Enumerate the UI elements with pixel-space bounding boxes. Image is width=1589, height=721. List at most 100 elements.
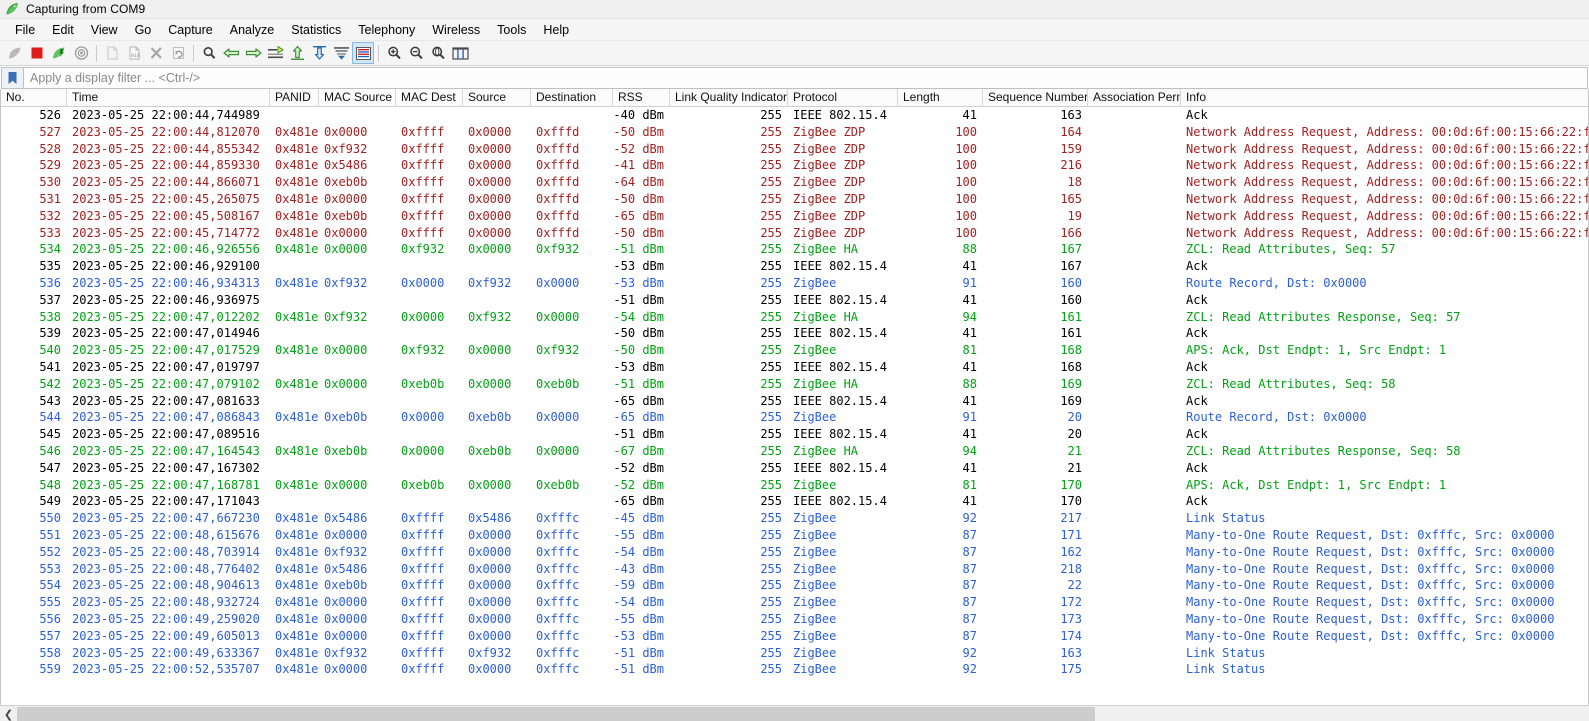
column-header-source[interactable]: Source (463, 89, 531, 106)
cell-seq-number: 160 (1060, 292, 1082, 307)
column-header-no[interactable]: No. (1, 89, 67, 106)
cell-length: 41 (962, 259, 977, 274)
cell-destination: 0xfffd (536, 158, 580, 173)
table-row[interactable]: 541 2023-05-25 22:00:47,019797 -53 dBm 255 I… (1, 359, 1588, 376)
column-header-mac-source[interactable]: MAC Source (319, 89, 396, 106)
cell-length: 91 (962, 275, 977, 290)
table-row[interactable]: 531 2023-05-25 22:00:45,265075 0x481e 0x000… (1, 191, 1588, 208)
close-file-icon[interactable] (145, 42, 167, 64)
cell-time: 2023-05-25 22:00:45,265075 (72, 191, 260, 206)
table-row[interactable]: 529 2023-05-25 22:00:44,859330 0x481e 0x548… (1, 157, 1588, 174)
table-row[interactable]: 527 2023-05-25 22:00:44,812070 0x481e 0x000… (1, 124, 1588, 141)
menu-file[interactable]: File (7, 21, 44, 39)
resize-columns-icon[interactable] (449, 42, 471, 64)
restart-capture-icon[interactable] (48, 42, 70, 64)
table-row[interactable]: 533 2023-05-25 22:00:45,714772 0x481e 0x000… (1, 225, 1588, 242)
table-row[interactable]: 536 2023-05-25 22:00:46,934313 0x481e 0xf93… (1, 275, 1588, 292)
table-row[interactable]: 537 2023-05-25 22:00:46,936975 -51 dBm 255 I… (1, 292, 1588, 309)
table-row[interactable]: 532 2023-05-25 22:00:45,508167 0x481e 0xeb0… (1, 208, 1588, 225)
table-row[interactable]: 526 2023-05-25 22:00:44,744989 -40 dBm 255 I… (1, 107, 1588, 124)
table-row[interactable]: 558 2023-05-25 22:00:49,633367 0x481e 0xf93… (1, 645, 1588, 662)
cell-mac-source (319, 426, 396, 443)
table-row[interactable]: 554 2023-05-25 22:00:48,904613 0x481e 0xeb0… (1, 577, 1588, 594)
menu-help[interactable]: Help (535, 21, 578, 39)
table-row[interactable]: 543 2023-05-25 22:00:47,081633 -65 dBm 255 I… (1, 393, 1588, 410)
zoom-reset-icon[interactable] (427, 42, 449, 64)
table-row[interactable]: 544 2023-05-25 22:00:47,086843 0x481e 0xeb0… (1, 409, 1588, 426)
go-to-first-packet-icon[interactable] (286, 42, 308, 64)
cell-mac-source: 0x0000 (324, 124, 368, 139)
display-filter-input[interactable] (24, 68, 1587, 88)
cell-assoc-permit (1088, 258, 1181, 275)
go-forward-icon[interactable] (242, 42, 264, 64)
scrollbar-thumb[interactable] (17, 707, 1095, 721)
column-header-info[interactable]: Info (1181, 89, 1588, 106)
table-row[interactable]: 528 2023-05-25 22:00:44,855342 0x481e 0xf93… (1, 141, 1588, 158)
table-row[interactable]: 547 2023-05-25 22:00:47,167302 -52 dBm 255 I… (1, 460, 1588, 477)
table-row[interactable]: 559 2023-05-25 22:00:52,535707 0x481e 0x000… (1, 661, 1588, 678)
cell-assoc-permit (1088, 124, 1181, 141)
auto-scroll-icon[interactable] (330, 42, 352, 64)
go-to-packet-icon[interactable] (264, 42, 286, 64)
table-row[interactable]: 555 2023-05-25 22:00:48,932724 0x481e 0x000… (1, 594, 1588, 611)
cell-assoc-permit (1088, 443, 1181, 460)
table-row[interactable]: 557 2023-05-25 22:00:49,605013 0x481e 0x000… (1, 628, 1588, 645)
column-header-protocol[interactable]: Protocol (788, 89, 898, 106)
table-row[interactable]: 540 2023-05-25 22:00:47,017529 0x481e 0x000… (1, 342, 1588, 359)
cell-no: 532 (39, 208, 61, 223)
cell-length: 87 (962, 611, 977, 626)
column-header-assoc-permit[interactable]: Association Permi (1088, 89, 1181, 106)
open-file-icon[interactable] (101, 42, 123, 64)
table-row[interactable]: 530 2023-05-25 22:00:44,866071 0x481e 0xeb0… (1, 174, 1588, 191)
table-row[interactable]: 538 2023-05-25 22:00:47,012202 0x481e 0xf93… (1, 309, 1588, 326)
start-capture-icon[interactable] (4, 42, 26, 64)
cell-mac-source: 0x0000 (324, 477, 368, 492)
cell-source (463, 460, 531, 477)
table-row[interactable]: 535 2023-05-25 22:00:46,929100 -53 dBm 255 I… (1, 258, 1588, 275)
zoom-out-icon[interactable] (405, 42, 427, 64)
menu-telephony[interactable]: Telephony (350, 21, 424, 39)
table-row[interactable]: 552 2023-05-25 22:00:48,703914 0x481e 0xf93… (1, 544, 1588, 561)
column-header-rss[interactable]: RSS (613, 89, 670, 106)
column-header-destination[interactable]: Destination (531, 89, 613, 106)
column-header-length[interactable]: Length (898, 89, 983, 106)
menu-edit[interactable]: Edit (44, 21, 83, 39)
stop-capture-icon[interactable] (26, 42, 48, 64)
go-back-icon[interactable] (220, 42, 242, 64)
table-row[interactable]: 548 2023-05-25 22:00:47,168781 0x481e 0x000… (1, 477, 1588, 494)
filter-bookmark-icon[interactable] (2, 68, 24, 88)
save-file-icon[interactable]: 010 (123, 42, 145, 64)
table-row[interactable]: 551 2023-05-25 22:00:48,615676 0x481e 0x000… (1, 527, 1588, 544)
table-row[interactable]: 539 2023-05-25 22:00:47,014946 -50 dBm 255 I… (1, 325, 1588, 342)
chevron-left-icon[interactable]: ❮ (0, 706, 17, 721)
go-to-last-packet-icon[interactable] (308, 42, 330, 64)
table-row[interactable]: 549 2023-05-25 22:00:47,171043 -65 dBm 255 I… (1, 493, 1588, 510)
menu-capture[interactable]: Capture (160, 21, 221, 39)
menu-tools[interactable]: Tools (489, 21, 535, 39)
table-row[interactable]: 545 2023-05-25 22:00:47,089516 -51 dBm 255 I… (1, 426, 1588, 443)
menu-analyze[interactable]: Analyze (222, 21, 283, 39)
cell-no: 556 (39, 611, 61, 626)
zoom-in-icon[interactable] (383, 42, 405, 64)
cell-no: 535 (39, 259, 61, 274)
table-row[interactable]: 556 2023-05-25 22:00:49,259020 0x481e 0x000… (1, 611, 1588, 628)
find-packet-icon[interactable] (198, 42, 220, 64)
capture-options-icon[interactable] (70, 42, 92, 64)
menu-go[interactable]: Go (127, 21, 161, 39)
column-header-lqi[interactable]: Link Quality Indicator (670, 89, 788, 106)
table-row[interactable]: 546 2023-05-25 22:00:47,164543 0x481e 0xeb0… (1, 443, 1588, 460)
menu-statistics[interactable]: Statistics (283, 21, 350, 39)
table-row[interactable]: 542 2023-05-25 22:00:47,079102 0x481e 0x000… (1, 376, 1588, 393)
column-header-mac-dest[interactable]: MAC Dest (396, 89, 463, 106)
column-header-time[interactable]: Time (67, 89, 270, 106)
menu-view[interactable]: View (83, 21, 127, 39)
table-row[interactable]: 550 2023-05-25 22:00:47,667230 0x481e 0x548… (1, 510, 1588, 527)
colorize-packet-list-icon[interactable] (352, 42, 374, 64)
reload-file-icon[interactable] (167, 42, 189, 64)
column-header-panid[interactable]: PANID (270, 89, 319, 106)
table-row[interactable]: 534 2023-05-25 22:00:46,926556 0x481e 0x000… (1, 241, 1588, 258)
horizontal-scrollbar[interactable]: ❮ (0, 705, 1589, 721)
table-row[interactable]: 553 2023-05-25 22:00:48,776402 0x481e 0x548… (1, 561, 1588, 578)
menu-wireless[interactable]: Wireless (424, 21, 489, 39)
column-header-seq-number[interactable]: Sequence Number (983, 89, 1088, 106)
